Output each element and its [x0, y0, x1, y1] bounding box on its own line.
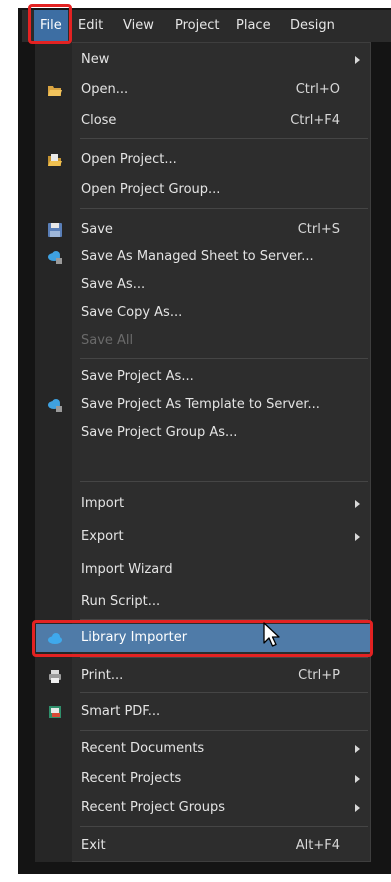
pdf-icon — [49, 706, 61, 718]
menu-item-save-as[interactable]: Save As... — [36, 272, 370, 298]
menu-item-label: Save — [81, 222, 113, 237]
menu-edit[interactable]: Edit — [78, 10, 103, 42]
submenu-arrow-icon — [355, 500, 360, 508]
menu-item-label: Print... — [81, 668, 124, 683]
submenu-arrow-icon — [355, 745, 360, 753]
menu-item-save-project-group-as[interactable]: Save Project Group As... — [36, 420, 370, 446]
menu-item-label: Import Wizard — [81, 562, 173, 577]
menu-item-label: Smart PDF... — [81, 704, 161, 719]
menu-item-label: Save As Managed Sheet to Server... — [81, 249, 314, 264]
menu-item-label: Save Copy As... — [81, 305, 183, 320]
submenu-arrow-icon — [355, 533, 360, 541]
menu-item-export[interactable]: Export — [36, 524, 370, 550]
menu-item-label: Recent Documents — [81, 741, 205, 756]
menu-item-label: Recent Project Groups — [81, 800, 226, 815]
menu-item-recent-projects[interactable]: Recent Projects — [36, 766, 370, 792]
shortcut-text: Ctrl+F4 — [290, 113, 340, 128]
menu-item-label: New — [81, 52, 110, 67]
printer-icon — [49, 670, 61, 683]
annotation-highlight-file-menu — [28, 4, 72, 44]
menu-item-save[interactable]: Save Ctrl+S — [36, 217, 370, 243]
menu-separator — [80, 138, 368, 139]
submenu-arrow-icon — [355, 775, 360, 783]
open-project-icon — [48, 154, 62, 166]
menu-item-label: Close — [81, 113, 117, 128]
menu-bar: File Edit View Project Place Design — [22, 10, 391, 42]
menu-item-label: Save As... — [81, 277, 146, 292]
menu-item-label: Save Project As... — [81, 369, 194, 384]
menu-view[interactable]: View — [123, 10, 154, 42]
menu-item-label: Open... — [81, 82, 129, 97]
menu-item-label: Open Project Group... — [81, 182, 221, 197]
menu-separator — [80, 826, 368, 827]
menu-item-run-script[interactable]: Run Script... — [36, 589, 370, 615]
menu-separator — [80, 692, 368, 693]
menu-item-label: Open Project... — [81, 152, 177, 167]
menu-item-label: Exit — [81, 838, 106, 853]
menu-item-save-copy-as[interactable]: Save Copy As... — [36, 300, 370, 326]
menu-item-label: Export — [81, 529, 124, 544]
menu-item-new[interactable]: New — [36, 47, 370, 73]
menu-item-save-project-template[interactable]: Save Project As Template to Server... — [36, 392, 370, 418]
submenu-arrow-icon — [355, 804, 360, 812]
menu-item-open-project-group[interactable]: Open Project Group... — [36, 177, 370, 203]
menu-item-import-wizard[interactable]: Import Wizard — [36, 557, 370, 583]
menu-separator — [80, 208, 368, 209]
menu-design[interactable]: Design — [290, 10, 335, 42]
menu-item-close[interactable]: Close Ctrl+F4 — [36, 108, 370, 134]
menu-item-exit[interactable]: Exit Alt+F4 — [36, 833, 370, 859]
shortcut-text: Ctrl+O — [295, 82, 340, 97]
menu-item-save-managed-sheet[interactable]: Save As Managed Sheet to Server... — [36, 244, 370, 270]
menu-separator — [80, 358, 368, 359]
shortcut-text: Ctrl+P — [298, 668, 340, 683]
menu-item-import[interactable]: Import — [36, 491, 370, 517]
mouse-cursor-icon — [263, 622, 280, 647]
menu-item-open-project[interactable]: Open Project... — [36, 147, 370, 173]
folder-open-icon — [48, 86, 62, 96]
menu-item-label: Run Script... — [81, 594, 161, 609]
menu-item-label: Save Project As Template to Server... — [81, 397, 320, 412]
menu-item-print[interactable]: Print... Ctrl+P — [36, 663, 370, 689]
menu-item-save-project-as[interactable]: Save Project As... — [36, 364, 370, 390]
submenu-arrow-icon — [355, 56, 360, 64]
cloud-upload-icon — [48, 251, 62, 264]
menu-separator — [80, 657, 368, 658]
menu-project[interactable]: Project — [175, 10, 219, 42]
shortcut-text: Ctrl+S — [297, 222, 340, 237]
cloud-upload-icon — [48, 399, 62, 412]
menu-separator — [80, 481, 368, 482]
menu-item-label: Import — [81, 496, 125, 511]
menu-place[interactable]: Place — [236, 10, 271, 42]
screenshot: File Edit View Project Place Design New … — [0, 0, 391, 882]
shortcut-text: Alt+F4 — [295, 838, 340, 853]
menu-item-save-all: Save All — [36, 328, 370, 354]
menu-separator — [80, 730, 368, 731]
menu-item-open[interactable]: Open... Ctrl+O — [36, 77, 370, 103]
menu-item-smart-pdf[interactable]: Smart PDF... — [36, 699, 370, 725]
menu-item-recent-project-groups[interactable]: Recent Project Groups — [36, 795, 370, 821]
menu-item-label: Recent Projects — [81, 771, 182, 786]
floppy-disk-icon — [48, 223, 62, 237]
annotation-highlight-library-importer — [32, 620, 373, 657]
menu-item-label: Save All — [81, 333, 134, 348]
menu-item-label: Save Project Group As... — [81, 425, 238, 440]
menu-item-recent-documents[interactable]: Recent Documents — [36, 736, 370, 762]
